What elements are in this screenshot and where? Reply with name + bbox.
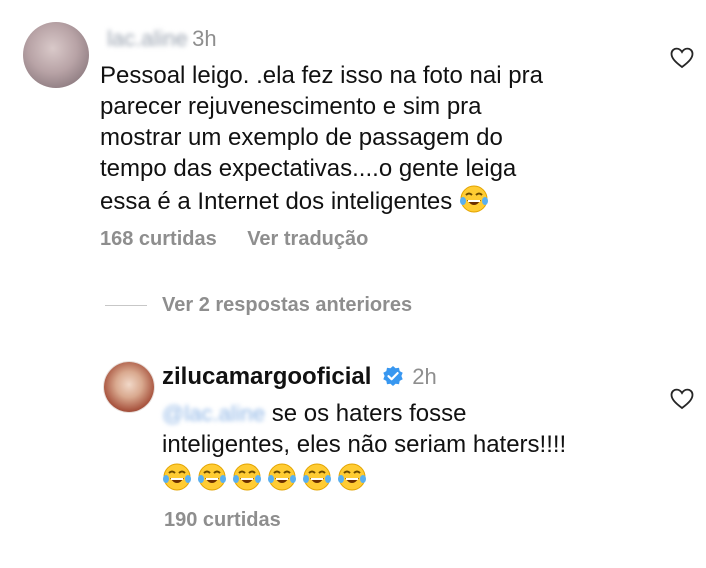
comment-line: Pessoal leigo. .ela fez isso na foto nai… [100, 62, 543, 89]
face-with-tears-of-joy-icon [303, 463, 331, 491]
emoji-row [162, 462, 566, 495]
face-with-tears-of-joy-icon [233, 463, 261, 491]
face-with-tears-of-joy-icon [163, 463, 191, 491]
reply-timestamp: 2h [412, 364, 437, 389]
verified-badge-icon [383, 366, 403, 386]
comment-line: tempo das expectativas....o gente leiga [100, 155, 517, 182]
comment-line-text: essa é a Internet dos inteligentes [100, 188, 453, 215]
likes-count[interactable]: 190 curtidas [164, 507, 281, 533]
avatar[interactable] [23, 22, 89, 88]
comment-actions: 168 curtidas Ver tradução [100, 226, 368, 252]
face-with-tears-of-joy-icon [338, 463, 366, 491]
comment-line: mostrar um exemplo de passagem do [100, 124, 503, 151]
translate-link[interactable]: Ver tradução [247, 228, 368, 250]
comment-header: lac.aline 3h [107, 24, 217, 54]
likes-count[interactable]: 168 curtidas [100, 228, 217, 250]
reply-line: @lac.aline se os haters fosse [162, 398, 566, 429]
heart-outline-icon[interactable] [670, 388, 694, 410]
face-with-tears-of-joy-icon [268, 463, 296, 491]
comment-timestamp: 3h [192, 26, 217, 51]
reply-line-text: se os haters fosse [271, 400, 467, 427]
divider-line [105, 305, 147, 306]
username-blurred[interactable]: lac.aline [107, 24, 188, 54]
comment-line: parecer rejuvenescimento e sim pra [100, 93, 482, 120]
face-with-tears-of-joy-icon [459, 185, 488, 213]
reply-text: @lac.aline se os haters fosse inteligent… [162, 398, 566, 495]
reply-line: inteligentes, eles não seriam haters!!!! [162, 431, 567, 458]
comment-line: essa é a Internet dos inteligentes [100, 184, 543, 217]
heart-outline-icon[interactable] [670, 47, 694, 69]
reply-header: zilucamargooficial 2h [162, 362, 437, 392]
username[interactable]: zilucamargooficial [162, 363, 371, 390]
mention-link-blurred[interactable]: @lac.aline [162, 398, 265, 429]
avatar[interactable] [104, 362, 154, 412]
comment-text: Pessoal leigo. .ela fez isso na foto nai… [100, 60, 543, 217]
view-previous-replies-button[interactable]: Ver 2 respostas anteriores [162, 292, 412, 318]
face-with-tears-of-joy-icon [198, 463, 226, 491]
